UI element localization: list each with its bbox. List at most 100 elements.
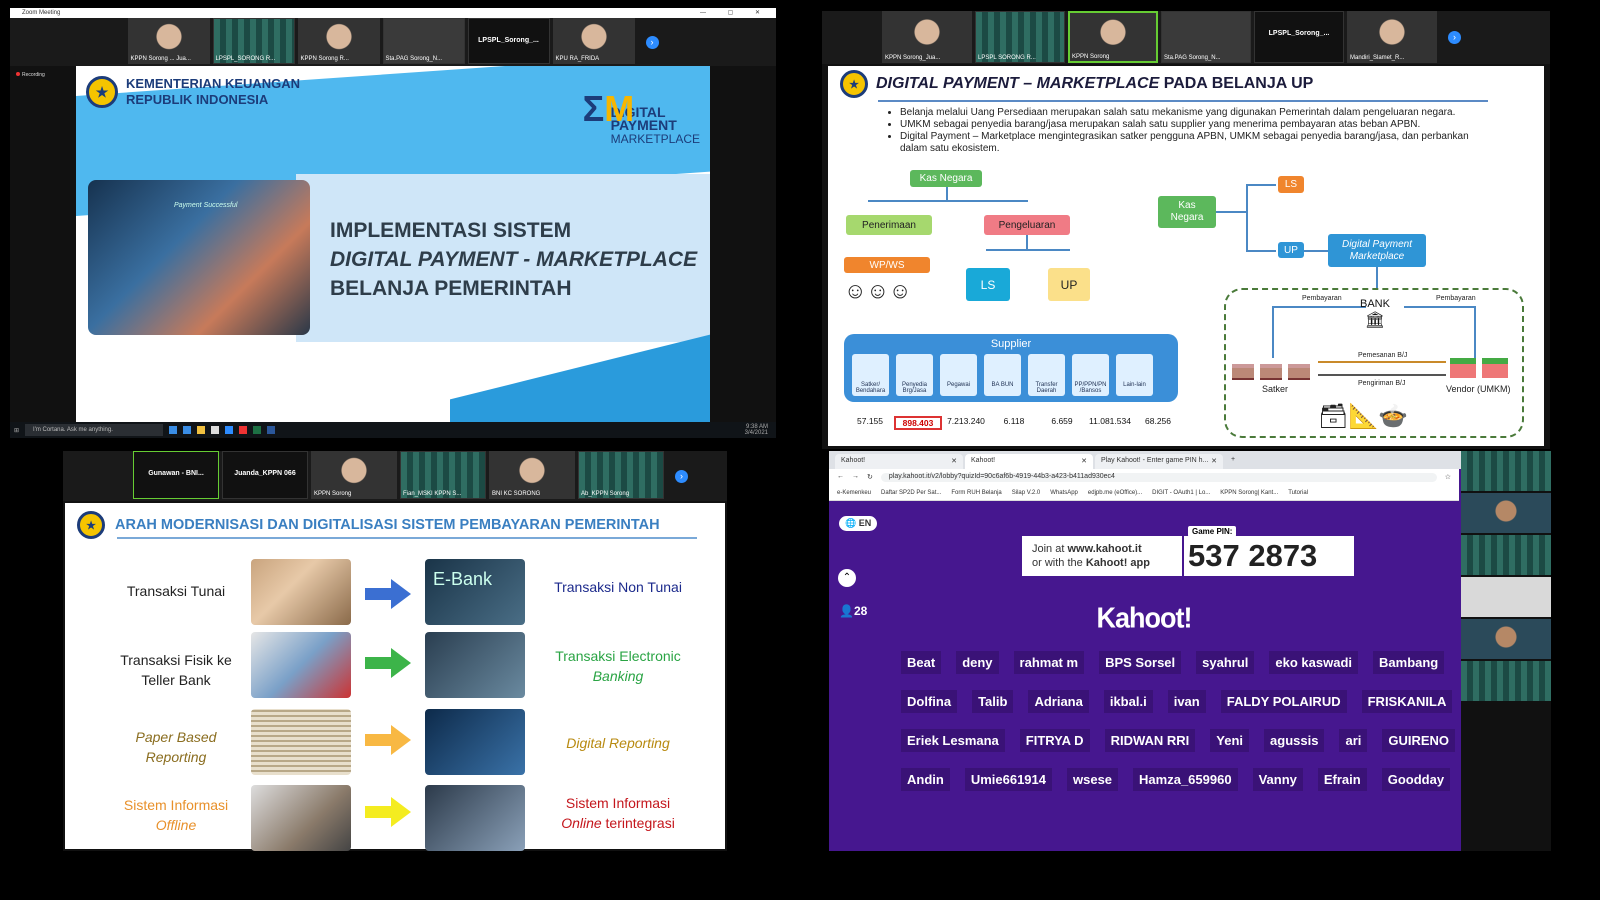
participant-tile[interactable]: KPPN Sorong	[311, 451, 397, 499]
participant-tile[interactable]: Gunawan - BNI...	[133, 451, 219, 499]
star-icon[interactable]: ☆	[1445, 473, 1451, 482]
participant-video[interactable]	[1461, 451, 1551, 491]
taskview-icon[interactable]	[169, 426, 178, 434]
participant-video[interactable]	[1461, 619, 1551, 659]
participant-tile[interactable]: LPSPL SORONG R...	[975, 11, 1065, 63]
excel-icon[interactable]	[253, 426, 262, 434]
player-name[interactable]: syahrul	[1196, 651, 1255, 674]
participant-tile[interactable]: Sta.PAG Sorong_N...	[382, 18, 465, 64]
participant-video[interactable]	[1461, 661, 1551, 701]
bookmark[interactable]: Silap V.2.0	[1012, 490, 1040, 496]
reload-icon[interactable]: ↻	[867, 473, 873, 482]
word-icon[interactable]	[267, 426, 276, 434]
browser-tab[interactable]: Kahoot! ✕	[835, 454, 963, 469]
forward-icon[interactable]: →	[852, 473, 859, 482]
zoom-window-top-left: Zoom Meeting — ▢ ✕ KPPN Sorong ... Jua..…	[10, 8, 776, 438]
participant-tile[interactable]: LPSPL_Sorong_...	[1254, 11, 1344, 63]
connector	[1246, 184, 1248, 250]
participant-tile[interactable]: KPPN Sorong_Jua...	[882, 11, 972, 63]
label-line: Online	[561, 815, 602, 831]
participant-video[interactable]	[1461, 535, 1551, 575]
chrome-icon[interactable]	[239, 426, 248, 434]
participant-tile[interactable]: KPPN Sorong R...	[297, 18, 380, 64]
bookmark[interactable]: Tutorial	[1288, 490, 1308, 496]
connector	[868, 200, 1028, 202]
player-name[interactable]: wsese	[1067, 768, 1119, 791]
player-name[interactable]: Talib	[972, 690, 1014, 713]
player-name[interactable]: FITRYA D	[1019, 729, 1090, 752]
participant-tile[interactable]: Fian_MSKI KPPN S...	[400, 451, 486, 499]
pengiriman-label: Pengiriman B/J	[1358, 380, 1406, 387]
player-name[interactable]: rahmat m	[1013, 651, 1085, 674]
close-icon[interactable]: ✕	[951, 457, 957, 465]
back-icon[interactable]: ←	[837, 473, 844, 482]
vendor-shop-icon	[1450, 358, 1476, 378]
participant-tile[interactable]: Ab_KPPN Sorong	[578, 451, 664, 499]
player-name[interactable]: Goodday	[1381, 768, 1451, 791]
url-input[interactable]: play.kahoot.it/v2/lobby?quizId=90c6af6b-…	[880, 473, 1437, 482]
player-name[interactable]: FALDY POLAIRUD	[1220, 690, 1347, 713]
bookmark[interactable]: WhatsApp	[1050, 490, 1078, 496]
player-name[interactable]: Efrain	[1317, 768, 1367, 791]
edge-icon[interactable]	[183, 426, 192, 434]
participant-video[interactable]	[1461, 577, 1551, 617]
participant-strip: KPPN Sorong_Jua... LPSPL SORONG R... KPP…	[822, 11, 1550, 64]
participant-tile[interactable]: Sta.PAG Sorong_N...	[1161, 11, 1251, 63]
participant-tile[interactable]: Mandiri_Slamet_R...	[1347, 11, 1437, 63]
player-name[interactable]: ikbal.i	[1103, 690, 1153, 713]
player-name[interactable]: Bambang	[1373, 651, 1445, 674]
player-name[interactable]: agussis	[1264, 729, 1325, 752]
player-name[interactable]: Eriek Lesmana	[901, 729, 1005, 752]
participant-tile[interactable]: LPSPL_Sorong_...	[467, 18, 550, 64]
next-page-icon[interactable]: ›	[675, 469, 688, 483]
bookmark[interactable]: DIGIT - OAuth1 | Lo...	[1152, 490, 1210, 496]
taskbar-clock[interactable]: 9:38 AM 3/4/2021	[745, 424, 776, 436]
close-icon[interactable]: ✕	[1081, 457, 1087, 465]
close-icon[interactable]: ✕	[1211, 457, 1217, 465]
mobile-banking-photo	[425, 632, 525, 698]
new-tab-button[interactable]: +	[1225, 454, 1241, 469]
bookmark[interactable]: KPPN Sorong| Kant...	[1220, 490, 1278, 496]
cortana-search[interactable]: I'm Cortana. Ask me anything.	[25, 424, 164, 436]
player-name[interactable]: ari	[1339, 729, 1368, 752]
player-name[interactable]: Dolfina	[901, 690, 958, 713]
player-name[interactable]: Vanny	[1252, 768, 1303, 791]
browser-tab-active[interactable]: Kahoot! ✕	[965, 454, 1093, 469]
bookmark[interactable]: edjpb.me (eOffice)...	[1088, 490, 1142, 496]
participant-tile[interactable]: BNI KC SORONG	[489, 451, 575, 499]
participant-tile[interactable]: KPPN Sorong ... Jua...	[127, 18, 210, 64]
player-name[interactable]: Andin	[901, 768, 950, 791]
participant-tile[interactable]: LPSPL_SORONG R...	[212, 18, 295, 64]
player-name[interactable]: eko kaswadi	[1269, 651, 1359, 674]
player-name[interactable]: GUIRENO	[1382, 729, 1456, 752]
player-name[interactable]: Beat	[901, 651, 942, 674]
player-name[interactable]: ivan	[1167, 690, 1206, 713]
comparison-row: Sistem Informasi Offline Sistem Informas…	[65, 783, 725, 851]
player-name[interactable]: deny	[956, 651, 999, 674]
player-name[interactable]: RIDWAN RRI	[1104, 729, 1196, 752]
next-page-icon[interactable]: ›	[1448, 31, 1461, 44]
bookmark[interactable]: Daftar SP2D Per Sat...	[881, 490, 941, 496]
player-name[interactable]: FRISKANILA	[1361, 690, 1453, 713]
player-name[interactable]: Yeni	[1210, 729, 1250, 752]
explorer-icon[interactable]	[197, 426, 206, 434]
store-icon[interactable]	[211, 426, 220, 434]
participant-tile[interactable]: Juanda_KPPN 066	[222, 451, 308, 499]
window-controls[interactable]: — ▢ ✕	[700, 8, 770, 18]
browser-tab[interactable]: Play Kahoot! - Enter game PIN h... ✕	[1095, 454, 1223, 469]
participant-tile[interactable]: KPPN Sorong	[1068, 11, 1158, 63]
language-button[interactable]: 🌐 EN	[839, 516, 878, 531]
next-page-icon[interactable]: ›	[645, 35, 659, 49]
bookmark[interactable]: Form RUH Belanja	[951, 490, 1001, 496]
player-name[interactable]: Adriana	[1028, 690, 1089, 713]
participant-tile[interactable]: KPU RA_FRIDA	[552, 18, 635, 64]
collapse-icon[interactable]: ⌃	[838, 569, 856, 587]
start-icon[interactable]: ⊞	[14, 427, 19, 434]
participant-video[interactable]	[1461, 493, 1551, 533]
player-name[interactable]: BPS Sorsel	[1099, 651, 1182, 674]
bookmark[interactable]: e-Kemenkeu	[837, 490, 871, 496]
player-name[interactable]: Umie661914	[964, 768, 1052, 791]
player-name[interactable]: Hamza_659960	[1133, 768, 1238, 791]
game-pin-box: Game PIN: 537 2873	[1184, 526, 1354, 576]
zoom-icon[interactable]	[225, 426, 234, 434]
